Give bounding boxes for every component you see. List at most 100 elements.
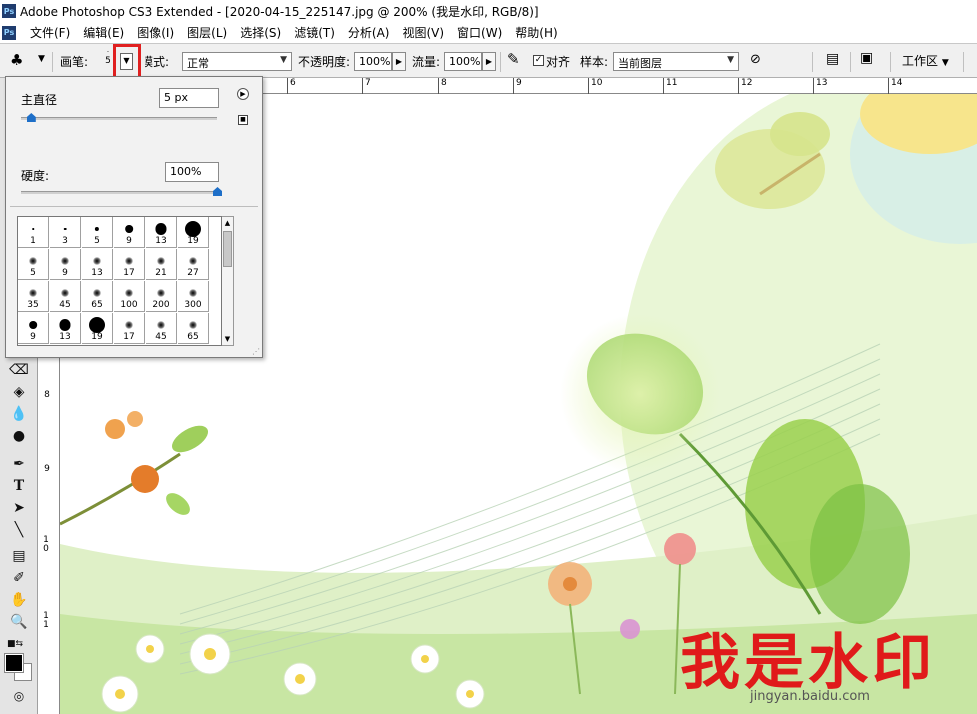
flow-value: 100% (449, 55, 481, 68)
master-diameter-label: 主直径 (21, 93, 58, 107)
brush-preset-9[interactable]: 9 (114, 217, 145, 248)
mode-select[interactable]: 正常 ▼ (182, 52, 292, 71)
brush-preset-45[interactable]: 45 (146, 313, 177, 344)
paint-bucket-tool-icon[interactable]: ◈ (8, 382, 30, 402)
brush-preset-13[interactable]: 13 (82, 249, 113, 280)
menu-help[interactable]: 帮助(H) (509, 24, 564, 41)
brush-size-label: 9 (62, 268, 68, 278)
quick-mask-icon[interactable]: ◎ (8, 686, 30, 706)
brush-preset-65[interactable]: 65 (178, 313, 209, 344)
brush-preset-65[interactable]: 65 (82, 281, 113, 312)
mode-label: 模式: (141, 55, 170, 69)
brush-size-label: 5 (30, 268, 36, 278)
eraser-tool-icon[interactable]: ⌫ (8, 360, 30, 380)
brush-grid-scrollbar[interactable]: ▲ ▼ (222, 216, 234, 346)
brush-preset-grid: 1 3 5 9 13 19 5 9 13 17 21 27 35 45 65 100 200 300 9 13 19 17… (17, 216, 222, 346)
brush-preset-5[interactable]: 5 (82, 217, 113, 248)
brush-size-label: 45 (59, 300, 71, 310)
palette-well-icon[interactable]: ▤ (826, 51, 839, 67)
notes-tool-icon[interactable]: ▤ (8, 546, 30, 566)
brush-preset-17[interactable]: 17 (114, 249, 145, 280)
brush-preset-45[interactable]: 45 (50, 281, 81, 312)
workspace-menu-button[interactable]: 工作区 ▼ (902, 52, 949, 69)
brush-preset-17[interactable]: 17 (114, 313, 145, 344)
menu-analysis[interactable]: 分析(A) (342, 24, 397, 41)
brush-preset-5[interactable]: 5 (18, 249, 49, 280)
scroll-up-icon[interactable]: ▲ (222, 217, 233, 229)
zoom-tool-icon[interactable]: 🔍 (8, 612, 30, 632)
flow-stepper-button[interactable]: ▶ (482, 52, 496, 71)
brush-size-label: 35 (27, 300, 39, 310)
brush-preset-19[interactable]: 19 (178, 217, 209, 248)
pen-tool-icon[interactable]: ✒ (8, 454, 30, 474)
brush-preset-1[interactable]: 1 (18, 217, 49, 248)
flow-label: 流量: (412, 55, 441, 69)
opacity-stepper-button[interactable]: ▶ (392, 52, 406, 71)
path-selection-tool-icon[interactable]: ➤ (8, 498, 30, 518)
line-tool-icon[interactable]: ╲ (8, 520, 30, 540)
resize-grip-icon[interactable]: ⋰ (252, 347, 260, 356)
type-tool-icon[interactable]: T (8, 476, 30, 496)
aligned-checkbox[interactable]: ✓ (533, 55, 544, 66)
watermark-text: 我是水印 (680, 628, 936, 698)
brush-preset-300[interactable]: 300 (178, 281, 209, 312)
menu-view[interactable]: 视图(V) (396, 24, 451, 41)
hand-tool-icon[interactable]: ✋ (8, 590, 30, 610)
brush-preset-9[interactable]: 9 (18, 313, 49, 344)
brush-tip-icon (125, 289, 133, 297)
brush-preset-13[interactable]: 13 (50, 313, 81, 344)
airbrush-icon[interactable]: ✎ (507, 50, 520, 68)
menu-edit[interactable]: 编辑(E) (77, 24, 131, 41)
brush-size-label: 13 (59, 332, 71, 342)
menu-layer[interactable]: 图层(L) (181, 24, 234, 41)
brush-panel-menu-icon[interactable]: ▶ (237, 88, 249, 100)
brush-preset-19[interactable]: 19 (82, 313, 113, 344)
brush-tip-icon (125, 257, 133, 265)
brush-tip-icon (125, 321, 133, 329)
brush-tip-icon (63, 227, 67, 231)
flow-input[interactable]: 100% (444, 52, 482, 71)
menu-window[interactable]: 窗口(W) (451, 24, 509, 41)
save-brush-icon[interactable]: ■ (238, 115, 248, 125)
brush-preset-13[interactable]: 13 (146, 217, 177, 248)
scroll-thumb[interactable] (223, 231, 232, 267)
document-icon[interactable]: Ps (2, 25, 16, 40)
ruler-h-label: 8 (438, 78, 447, 94)
menu-file[interactable]: 文件(F) (24, 24, 77, 41)
tool-preset-dropdown-icon[interactable]: ▼ (38, 54, 45, 64)
ignore-adjustment-layers-icon[interactable]: ⊘ (750, 52, 761, 67)
brush-preset-9[interactable]: 9 (50, 249, 81, 280)
menu-filter[interactable]: 滤镜(T) (288, 24, 342, 41)
menu-select[interactable]: 选择(S) (234, 24, 288, 41)
opacity-input[interactable]: 100% (354, 52, 392, 71)
clone-stamp-tool-icon[interactable]: ♣ (10, 51, 23, 69)
brush-tip-icon (93, 289, 101, 297)
brush-preset-35[interactable]: 35 (18, 281, 49, 312)
ruler-v-label: 1 1 (43, 611, 49, 630)
hardness-slider[interactable] (21, 191, 217, 194)
brush-preset-21[interactable]: 21 (146, 249, 177, 280)
panel-divider (10, 206, 258, 207)
blur-tool-icon[interactable]: 💧 (8, 404, 30, 424)
brush-size-label: 9 (30, 332, 36, 342)
brush-label: 画笔: (60, 55, 89, 69)
sample-select[interactable]: 当前图层 ▼ (613, 52, 739, 71)
master-diameter-input[interactable]: 5 px (159, 88, 219, 108)
brush-preset-200[interactable]: 200 (146, 281, 177, 312)
brush-preset-100[interactable]: 100 (114, 281, 145, 312)
hardness-slider-thumb[interactable] (213, 187, 222, 196)
eyedropper-tool-icon[interactable]: ✐ (8, 568, 30, 588)
foreground-color-swatch[interactable] (4, 653, 24, 673)
scroll-down-icon[interactable]: ▼ (222, 333, 233, 345)
hardness-input[interactable]: 100% (165, 162, 219, 182)
brush-preset-27[interactable]: 27 (178, 249, 209, 280)
dodge-tool-icon[interactable]: ● (8, 426, 30, 446)
default-colors-icon[interactable]: ■⇆ (4, 634, 26, 654)
menu-image[interactable]: 图像(I) (131, 24, 181, 41)
diameter-slider[interactable] (21, 117, 217, 120)
brush-tip-icon (61, 257, 69, 265)
brush-preset-3[interactable]: 3 (50, 217, 81, 248)
brush-size-label: 1 (30, 236, 36, 246)
diameter-slider-thumb[interactable] (26, 113, 36, 122)
bridge-icon[interactable]: ▣ (860, 50, 873, 66)
